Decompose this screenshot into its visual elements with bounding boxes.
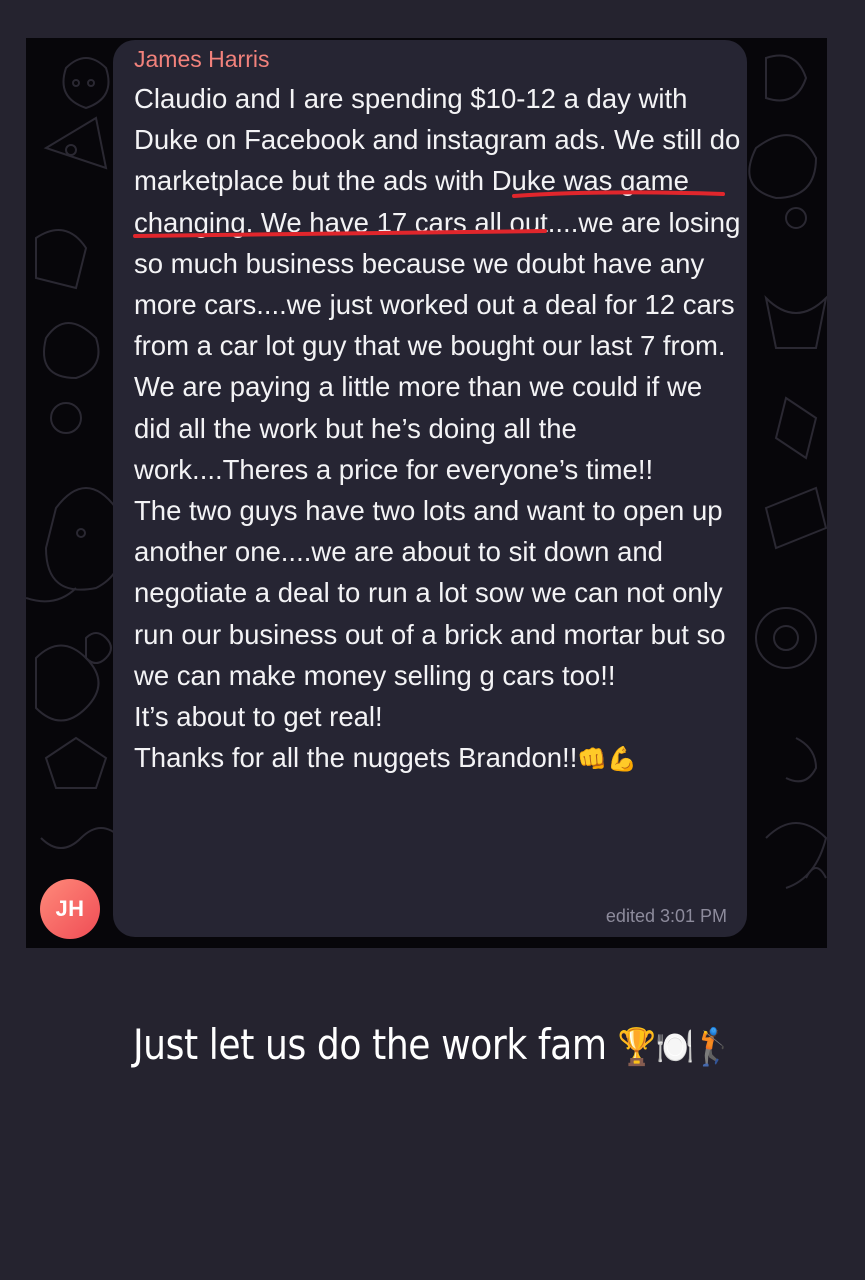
message-paragraph: It’s about to get real! bbox=[134, 701, 383, 733]
fist-flex-emoji: 👊💪 bbox=[577, 745, 638, 774]
message-text: Claudio and I are spending $10-12 a day … bbox=[134, 78, 744, 780]
chat-screenshot: James Harris Claudio and I are spending … bbox=[26, 38, 827, 948]
message-paragraph-text: Thanks for all the nuggets Brandon!! bbox=[134, 742, 578, 774]
caption-text: Just let us do the work fam bbox=[132, 1020, 607, 1069]
sender-name[interactable]: James Harris bbox=[134, 46, 269, 73]
message-paragraph: Claudio and I are spending $10-12 a day … bbox=[134, 83, 741, 485]
message-paragraph: Thanks for all the nuggets Brandon!!👊💪 bbox=[134, 737, 744, 780]
message-timestamp: edited 3:01 PM bbox=[605, 906, 727, 926]
message-bubble[interactable]: James Harris Claudio and I are spending … bbox=[113, 40, 747, 937]
trophy-plate-golfer-emoji: 🏆🍽️🏌️ bbox=[617, 1027, 733, 1068]
story-caption: Just let us do the work fam 🏆🍽️🏌️ bbox=[61, 1020, 805, 1069]
message-paragraph: The two guys have two lots and want to o… bbox=[134, 495, 726, 691]
avatar[interactable]: JH bbox=[40, 879, 100, 939]
